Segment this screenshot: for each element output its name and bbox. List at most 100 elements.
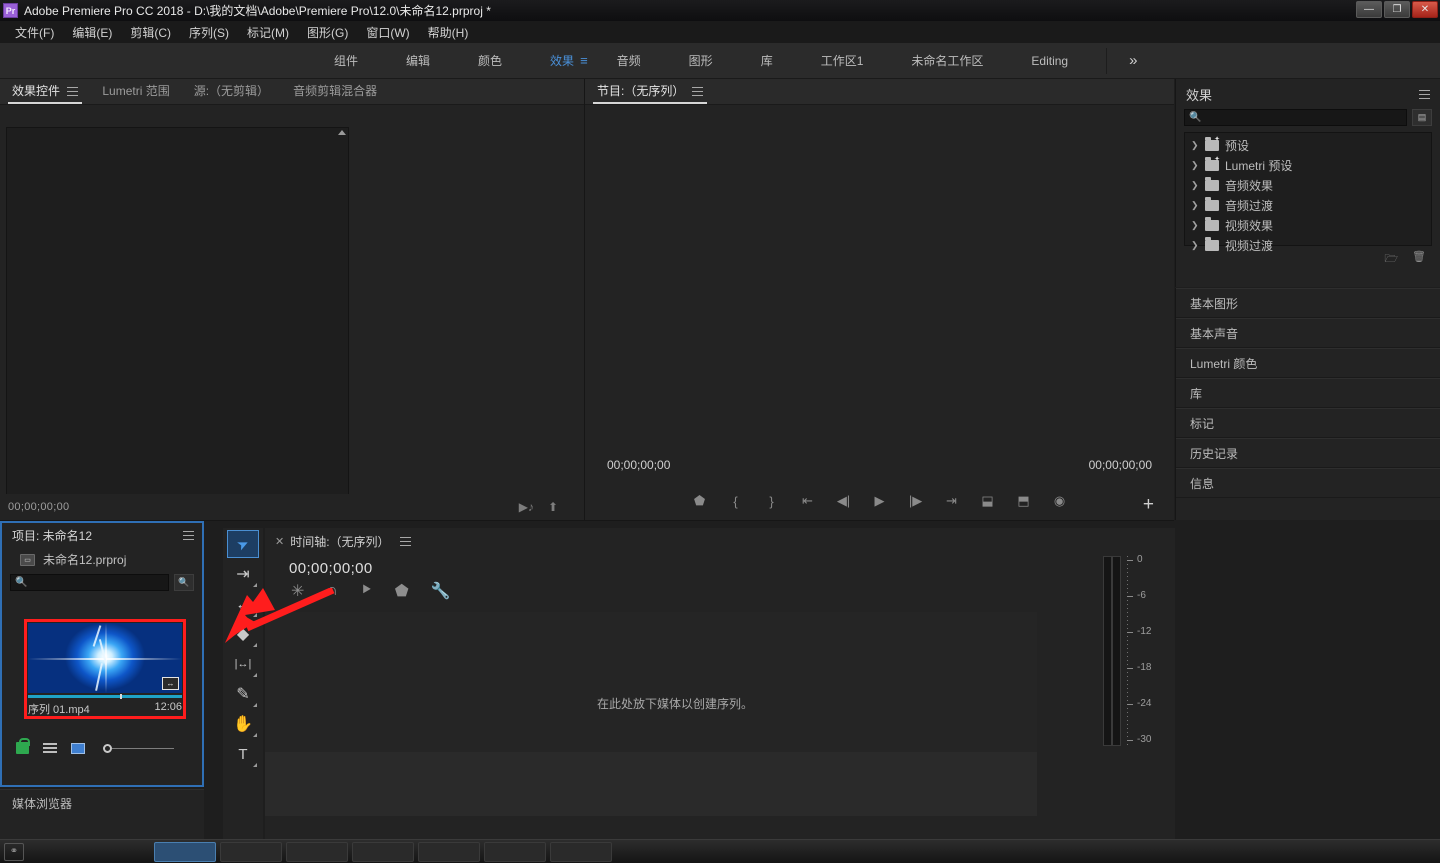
- panel-history[interactable]: 历史记录: [1176, 438, 1440, 468]
- restore-button[interactable]: ❐: [1384, 1, 1410, 18]
- slip-tool[interactable]: ◆: [227, 620, 259, 648]
- panel-markers[interactable]: 标记: [1176, 408, 1440, 438]
- rate-stretch-tool[interactable]: |↔|: [227, 650, 259, 678]
- panel-menu-icon[interactable]: [67, 87, 78, 96]
- zoom-slider-knob[interactable]: [103, 744, 112, 753]
- track-select-forward-tool[interactable]: ⇥: [227, 560, 259, 588]
- taskbar-item[interactable]: [550, 842, 612, 862]
- taskbar-item[interactable]: [418, 842, 480, 862]
- panel-essential-sound[interactable]: 基本声音: [1176, 318, 1440, 348]
- tab-timeline-label[interactable]: 时间轴:（无序列）: [290, 533, 389, 550]
- panel-lumetri-color[interactable]: Lumetri 颜色: [1176, 348, 1440, 378]
- project-search-input[interactable]: 🔍: [10, 574, 169, 591]
- taskbar-item[interactable]: [352, 842, 414, 862]
- menu-sequence[interactable]: 序列(S): [180, 22, 238, 43]
- panel-menu-icon[interactable]: [183, 531, 194, 540]
- effects-search-input[interactable]: 🔍: [1184, 109, 1407, 126]
- clip-scrub-bar[interactable]: [28, 695, 182, 698]
- go-to-out-icon[interactable]: ⇥: [934, 488, 970, 514]
- find-icon[interactable]: 🔍: [174, 574, 194, 591]
- workspace-tab-libraries[interactable]: 库: [737, 52, 797, 69]
- close-button[interactable]: ✕: [1412, 1, 1438, 18]
- taskbar-item[interactable]: [154, 842, 216, 862]
- export-frame-icon[interactable]: ◉: [1042, 488, 1078, 514]
- effects-tree-item-audio-effects[interactable]: ❯ 音频效果: [1185, 175, 1431, 195]
- chevron-right-icon[interactable]: ❯: [1191, 220, 1199, 231]
- lift-icon[interactable]: ⬓: [970, 488, 1006, 514]
- new-custom-bin-icon[interactable]: ▤: [1412, 109, 1432, 126]
- taskbar-item[interactable]: [220, 842, 282, 862]
- panel-menu-icon[interactable]: [1419, 90, 1430, 99]
- zoom-slider[interactable]: [103, 744, 174, 753]
- panel-menu-icon[interactable]: [400, 537, 411, 546]
- hover-scrub-icon[interactable]: ↔: [162, 677, 179, 690]
- render-icon[interactable]: ⬆: [548, 500, 558, 514]
- program-current-time[interactable]: 00;00;00;00: [607, 458, 670, 472]
- workspace-tab-workspace1[interactable]: 工作区1: [797, 52, 888, 69]
- tab-lumetri-scopes[interactable]: Lumetri 范围: [90, 79, 181, 104]
- button-editor-icon[interactable]: +: [1143, 498, 1154, 512]
- timeline-timecode[interactable]: 00;00;00;00: [265, 554, 1085, 579]
- snap-icon[interactable]: ∩: [326, 582, 338, 600]
- razor-tool[interactable]: ✎: [227, 680, 259, 708]
- chevron-right-icon[interactable]: ❯: [1191, 160, 1199, 171]
- workspace-tab-color[interactable]: 颜色: [454, 52, 526, 69]
- taskbar-item[interactable]: [484, 842, 546, 862]
- workspace-menu-icon[interactable]: ≡: [580, 53, 587, 68]
- nest-sequence-icon[interactable]: ✳: [291, 581, 304, 601]
- type-tool[interactable]: T: [227, 740, 259, 768]
- new-bin-icon[interactable]: 🗁: [1384, 250, 1398, 269]
- menu-clip[interactable]: 剪辑(C): [121, 22, 180, 43]
- panel-info[interactable]: 信息: [1176, 468, 1440, 498]
- mark-out-icon[interactable]: }: [754, 488, 790, 514]
- selection-tool[interactable]: ➤: [227, 530, 259, 558]
- panel-essential-graphics[interactable]: 基本图形: [1176, 288, 1440, 318]
- effects-tree-item-video-effects[interactable]: ❯ 视频效果: [1185, 215, 1431, 235]
- tab-source-monitor[interactable]: 源:（无剪辑）: [182, 79, 281, 104]
- clip-thumbnail[interactable]: ↔: [28, 623, 182, 693]
- workspace-tab-audio[interactable]: 音频: [593, 52, 665, 69]
- workspace-tab-assembly[interactable]: 组件: [310, 52, 382, 69]
- hand-tool[interactable]: ✋: [227, 710, 259, 738]
- delete-icon[interactable]: 🗑: [1412, 250, 1426, 269]
- creative-cloud-icon[interactable]: ⚭: [4, 843, 24, 861]
- menu-graphics[interactable]: 图形(G): [298, 22, 357, 43]
- program-duration-time[interactable]: 00;00;00;00: [1089, 458, 1152, 472]
- chevron-right-icon[interactable]: ❯: [1191, 240, 1199, 251]
- ripple-edit-tool[interactable]: ↔: [227, 590, 259, 618]
- project-file-row[interactable]: ▭ 未命名12.prproj: [2, 547, 202, 572]
- menu-help[interactable]: 帮助(H): [419, 22, 478, 43]
- extract-icon[interactable]: ⬒: [1006, 488, 1042, 514]
- icon-view-icon[interactable]: [71, 743, 85, 754]
- menu-marker[interactable]: 标记(M): [238, 22, 298, 43]
- play-icon[interactable]: ▶: [862, 488, 898, 514]
- close-icon[interactable]: ✕: [275, 535, 284, 548]
- add-marker-icon[interactable]: ⬟: [395, 581, 409, 601]
- mark-in-icon[interactable]: {: [718, 488, 754, 514]
- workspace-tab-unnamed[interactable]: 未命名工作区: [887, 52, 1007, 69]
- panel-libraries[interactable]: 库: [1176, 378, 1440, 408]
- play-audio-icon[interactable]: ▶♪: [519, 500, 534, 514]
- panel-menu-icon[interactable]: [692, 87, 703, 96]
- menu-file[interactable]: 文件(F): [6, 22, 63, 43]
- effects-tree-item-audio-transitions[interactable]: ❯ 音频过渡: [1185, 195, 1431, 215]
- workspace-tab-effects[interactable]: 效果: [526, 52, 598, 69]
- tab-program-monitor[interactable]: 节目:（无序列）: [585, 79, 715, 104]
- chevron-right-icon[interactable]: ❯: [1191, 180, 1199, 191]
- taskbar-item[interactable]: [286, 842, 348, 862]
- chevron-right-icon[interactable]: ❯: [1191, 200, 1199, 211]
- list-view-icon[interactable]: [43, 743, 57, 753]
- workspace-overflow-icon[interactable]: »: [1107, 52, 1137, 69]
- zoom-slider-track[interactable]: [112, 748, 174, 749]
- step-back-icon[interactable]: ◀|: [826, 488, 862, 514]
- effect-controls-timecode[interactable]: 00;00;00;00: [8, 501, 69, 513]
- workspace-tab-editing[interactable]: 编辑: [382, 52, 454, 69]
- workspace-tab-editing-en[interactable]: Editing: [1007, 54, 1092, 68]
- effects-tree-item-presets[interactable]: ❯ 预设: [1185, 135, 1431, 155]
- menu-edit[interactable]: 编辑(E): [63, 22, 121, 43]
- effects-tree-item-lumetri-presets[interactable]: ❯ Lumetri 预设: [1185, 155, 1431, 175]
- add-marker-icon[interactable]: ⬟: [682, 488, 718, 514]
- linked-selection-icon[interactable]: ⯈: [360, 582, 373, 600]
- lock-icon[interactable]: [16, 742, 29, 754]
- menu-window[interactable]: 窗口(W): [357, 22, 418, 43]
